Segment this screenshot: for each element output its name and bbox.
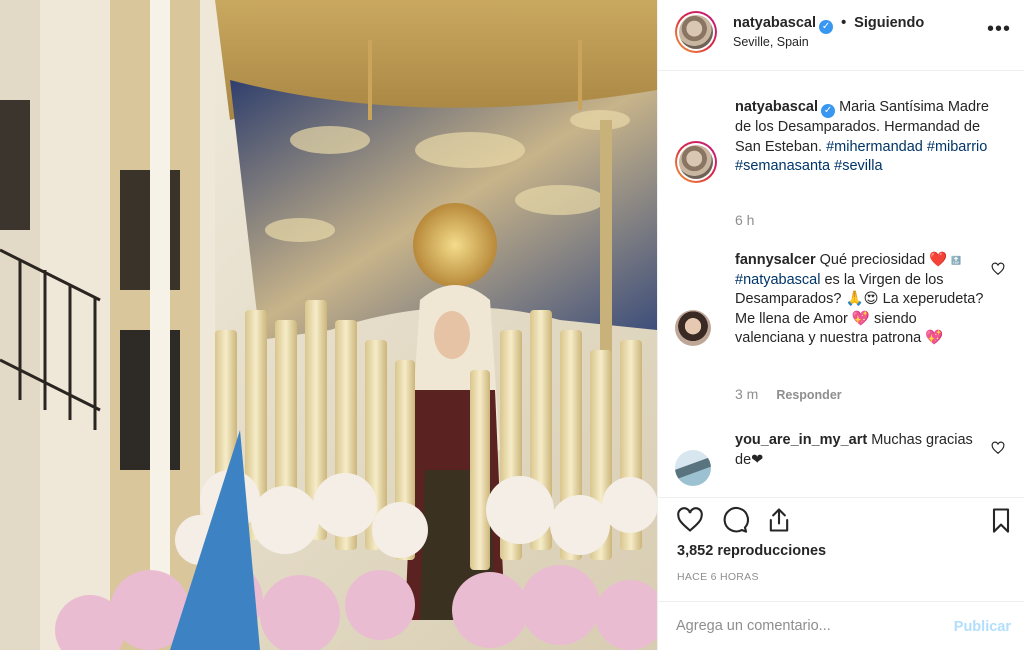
verified-icon: ✓ bbox=[819, 20, 834, 34]
post-timestamp[interactable]: HACE 6 HORAS bbox=[677, 571, 759, 583]
procession-image bbox=[0, 0, 657, 650]
caption-username[interactable]: natyabascal bbox=[735, 99, 818, 115]
post-header: natyabascal ✓ • Siguiendo Seville, Spain … bbox=[658, 0, 1024, 71]
comment-text: Qué preciosidad bbox=[819, 252, 926, 268]
comment: fannysalcer Qué preciosidad ❤️ 🔝 #natyab… bbox=[735, 251, 985, 349]
separator-dot: • bbox=[841, 15, 847, 31]
reply-button[interactable]: Responder bbox=[776, 388, 841, 402]
caption-timestamp[interactable]: 6 h bbox=[735, 212, 754, 228]
share-icon[interactable] bbox=[765, 506, 793, 534]
comment-timestamp[interactable]: 3 m bbox=[735, 386, 758, 402]
comments-list[interactable]: natyabascal ✓ Maria Santísima Madre de lo… bbox=[658, 72, 1024, 497]
hashtag-mibarrio[interactable]: #mibarrio bbox=[927, 139, 987, 155]
view-count[interactable]: 3,852 reproducciones bbox=[677, 543, 826, 559]
author-username[interactable]: natyabascal bbox=[733, 15, 816, 31]
add-comment-bar: Publicar bbox=[658, 601, 1024, 650]
post-location[interactable]: Seville, Spain bbox=[733, 35, 809, 49]
caption-avatar[interactable] bbox=[675, 141, 717, 183]
hashtag-sevilla[interactable]: #sevilla bbox=[834, 158, 882, 174]
comment-emoji: 🙏😍 bbox=[845, 291, 879, 307]
hashtag-semanasanta[interactable]: #semanasanta bbox=[735, 158, 830, 174]
bookmark-icon[interactable] bbox=[987, 506, 1015, 534]
comment-like-heart-icon[interactable] bbox=[991, 441, 1005, 455]
comment-emoji: 💖 bbox=[851, 310, 870, 327]
commenter-avatar[interactable] bbox=[675, 310, 711, 346]
more-dots-icon[interactable]: ••• bbox=[987, 19, 1011, 39]
hashtag-mihermandad[interactable]: #mihermandad bbox=[826, 139, 923, 155]
commenter-avatar[interactable] bbox=[675, 450, 711, 486]
author-avatar[interactable] bbox=[675, 11, 717, 53]
post-video[interactable] bbox=[0, 0, 657, 650]
comment-like-heart-icon[interactable] bbox=[991, 262, 1005, 276]
comment-input[interactable] bbox=[676, 614, 926, 638]
top-icon: 🔝 bbox=[951, 256, 962, 265]
post-side-panel: natyabascal ✓ • Siguiendo Seville, Spain … bbox=[657, 0, 1024, 650]
post-actions: 3,852 reproducciones HACE 6 HORAS bbox=[658, 497, 1024, 601]
comment-username[interactable]: fannysalcer bbox=[735, 252, 816, 268]
comment-emoji: ❤ bbox=[751, 451, 764, 468]
comment-mention[interactable]: #natyabascal bbox=[735, 272, 820, 288]
comment-emoji: ❤️ bbox=[929, 252, 948, 268]
like-heart-icon[interactable] bbox=[676, 506, 704, 534]
comment-emoji: 💖 bbox=[925, 330, 944, 346]
follow-status-button[interactable]: Siguiendo bbox=[854, 15, 924, 31]
comment-meta: 3 m Responder bbox=[735, 386, 842, 402]
publish-button[interactable]: Publicar bbox=[954, 619, 1011, 635]
comment-bubble-icon[interactable] bbox=[721, 506, 749, 534]
comment: you_are_in_my_art Muchas gracias de❤ bbox=[735, 431, 985, 470]
comment-username[interactable]: you_are_in_my_art bbox=[735, 432, 867, 448]
verified-icon: ✓ bbox=[821, 104, 836, 118]
caption: natyabascal ✓ Maria Santísima Madre de lo… bbox=[735, 98, 997, 177]
